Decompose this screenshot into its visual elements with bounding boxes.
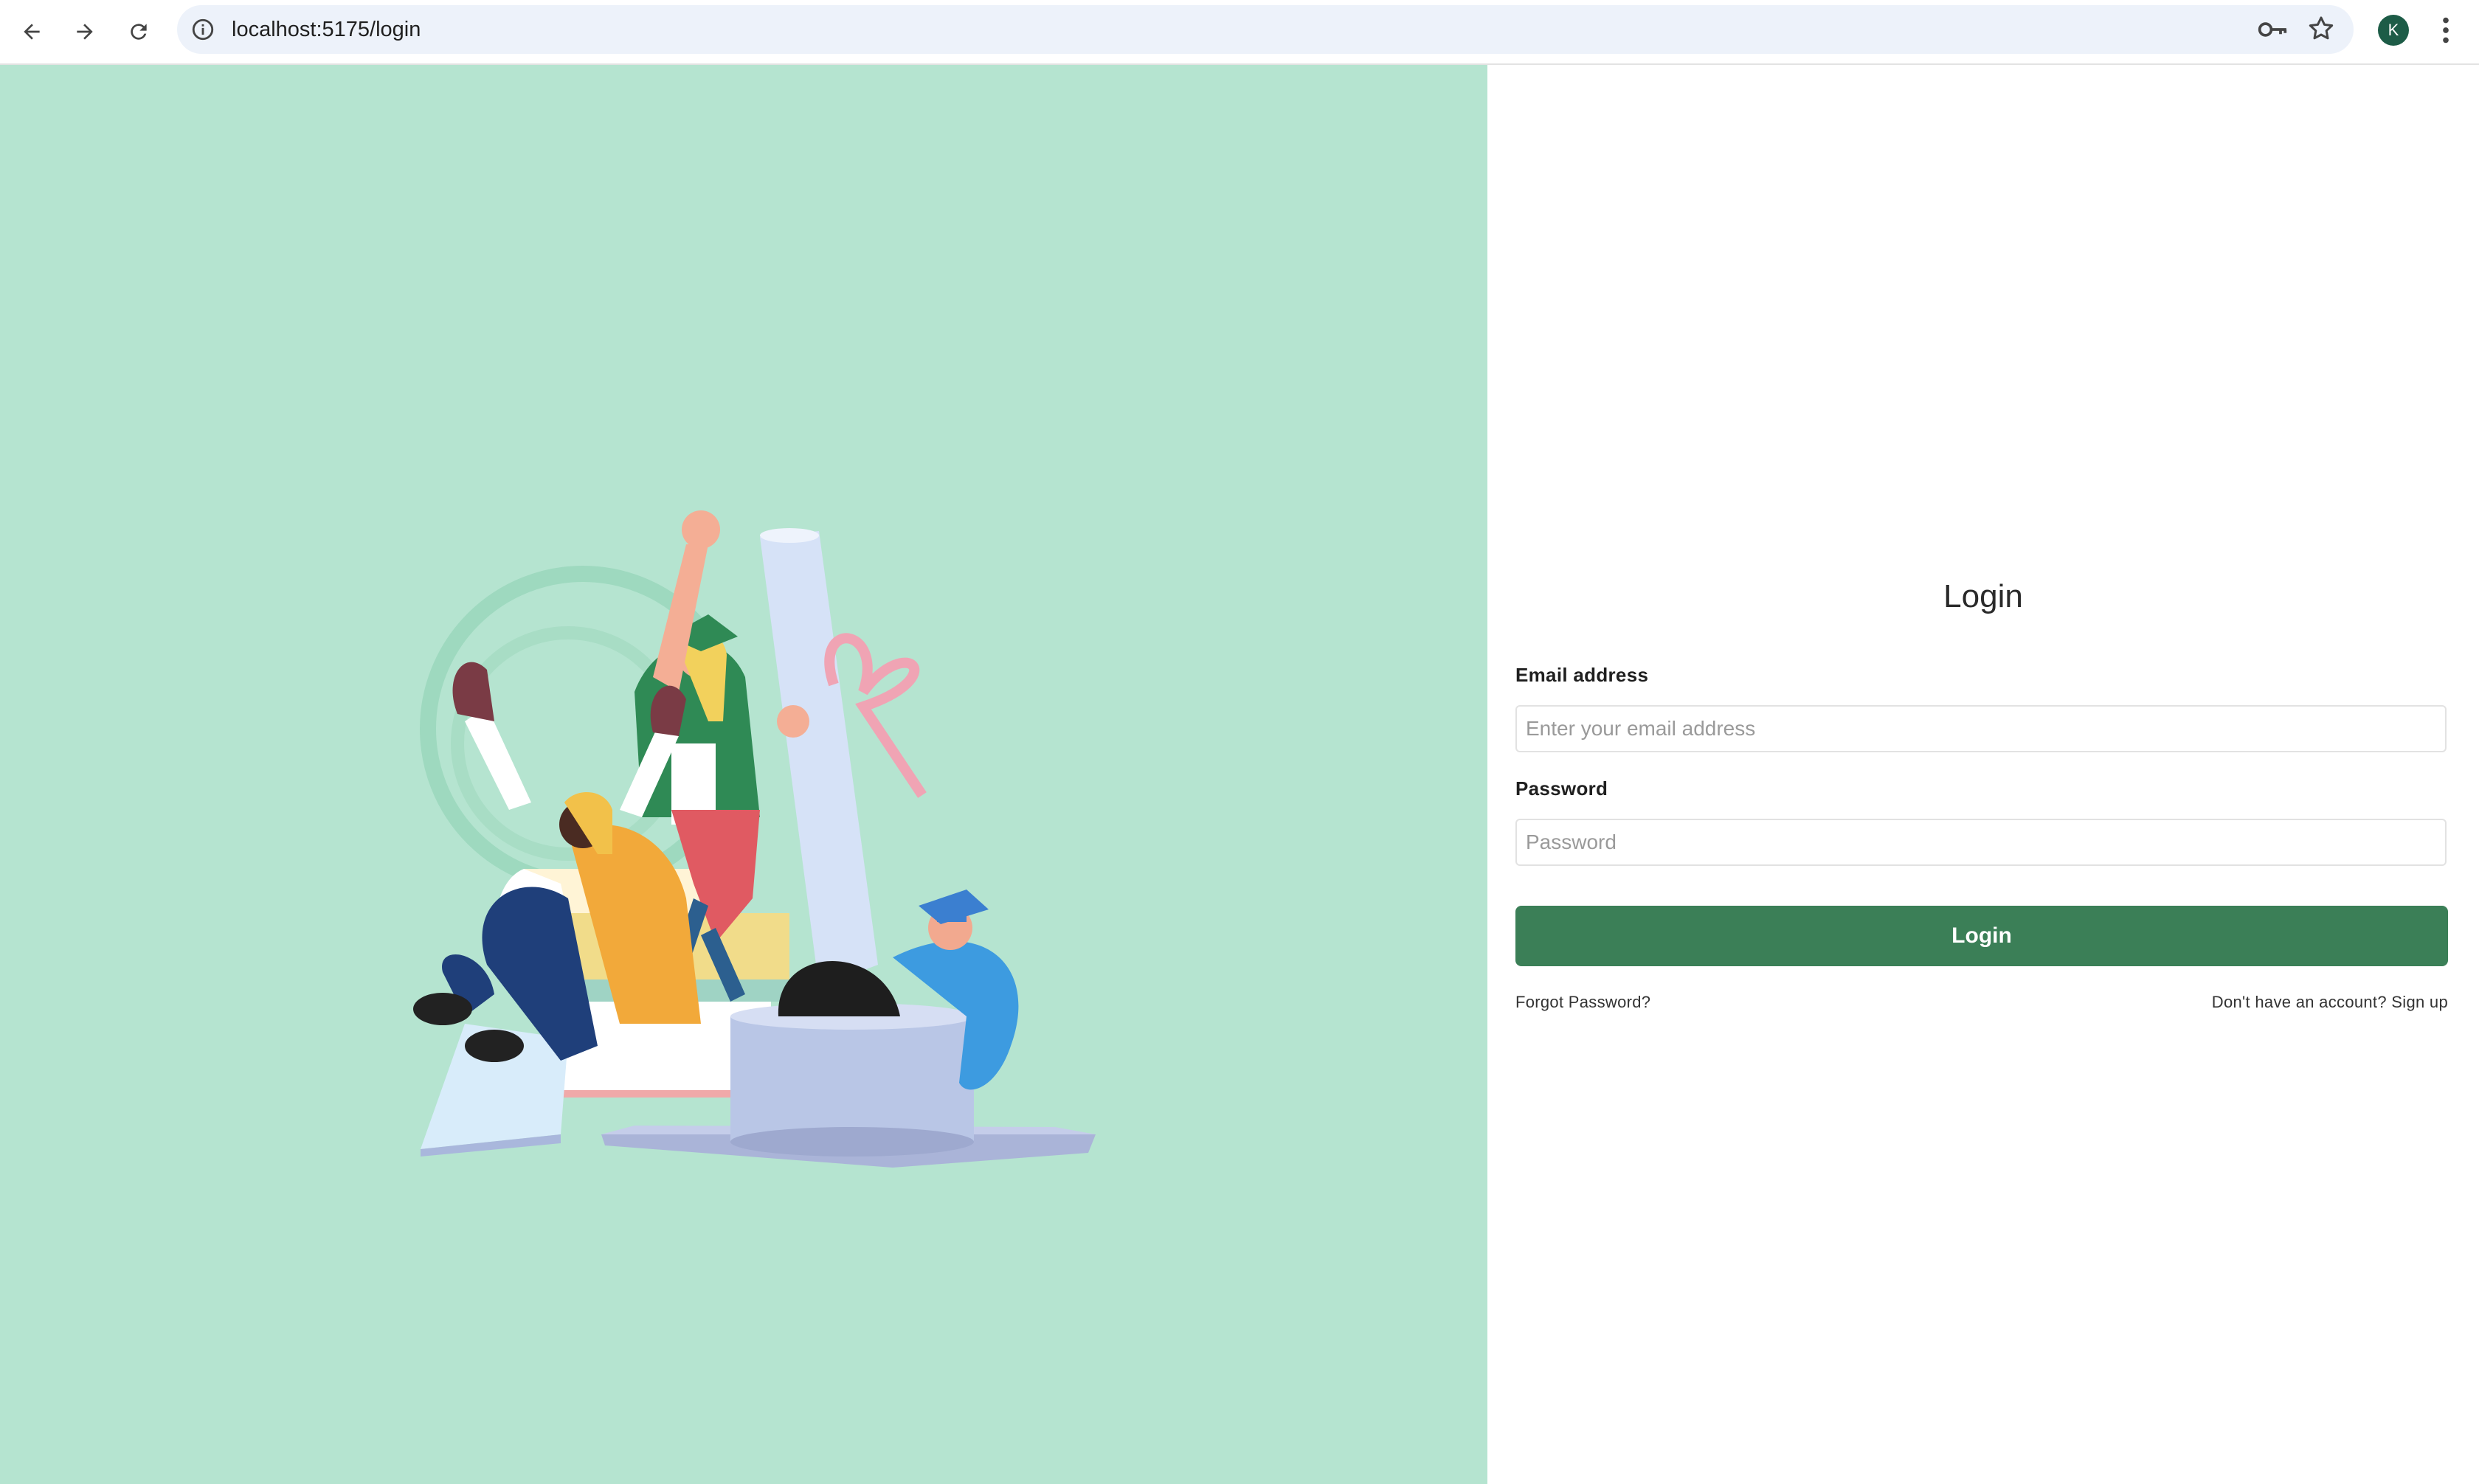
- kebab-menu-icon[interactable]: [2433, 13, 2459, 47]
- back-button[interactable]: [13, 13, 50, 50]
- info-icon[interactable]: [190, 17, 215, 42]
- forgot-password-link[interactable]: Forgot Password?: [1515, 993, 1650, 1012]
- signup-link[interactable]: Don't have an account? Sign up: [2212, 993, 2448, 1012]
- star-icon[interactable]: [2306, 14, 2336, 44]
- page-title: Login: [1943, 578, 2023, 614]
- illustration-panel: [0, 65, 1487, 1484]
- url-text[interactable]: localhost:5175/login: [232, 5, 421, 54]
- reload-icon: [131, 24, 147, 40]
- email-label: Email address: [1515, 664, 1649, 686]
- reload-button[interactable]: [120, 13, 157, 50]
- key-icon[interactable]: [2256, 15, 2289, 44]
- back-arrow-icon: [24, 24, 40, 40]
- browser-toolbar: localhost:5175/login K: [0, 0, 2479, 65]
- forward-button[interactable]: [66, 13, 103, 50]
- password-field[interactable]: [1515, 819, 2447, 866]
- login-panel: Login Email address Password Login Forgo…: [1487, 65, 2479, 1484]
- email-field[interactable]: [1515, 705, 2447, 752]
- profile-avatar[interactable]: K: [2378, 15, 2409, 46]
- forward-arrow-icon: [77, 24, 93, 40]
- address-bar[interactable]: localhost:5175/login: [177, 5, 2354, 54]
- password-label: Password: [1515, 777, 1608, 800]
- graduation-illustration: [413, 510, 1096, 1168]
- login-button[interactable]: Login: [1515, 906, 2448, 966]
